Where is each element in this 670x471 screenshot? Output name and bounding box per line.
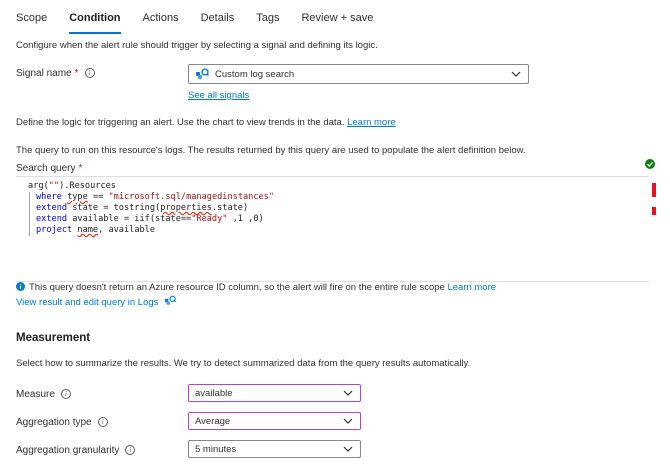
learn-more-link[interactable]: Learn more xyxy=(347,117,396,128)
info-icon[interactable]: i xyxy=(97,417,108,428)
chevron-down-icon xyxy=(511,71,521,77)
logic-text: Define the logic for triggering an alert… xyxy=(16,117,396,128)
tab-bar: Scope Condition Actions Details Tags Rev… xyxy=(16,6,395,34)
chevron-down-icon xyxy=(343,418,353,424)
aggregation-type-dropdown[interactable]: Average xyxy=(188,412,361,430)
code-line-5: project name, available xyxy=(29,225,155,236)
measure-label: Measure i xyxy=(16,389,71,400)
code-line-3: extend state = tostring(properties.state… xyxy=(29,203,248,214)
info-icon[interactable]: i xyxy=(60,389,71,400)
tab-tags[interactable]: Tags xyxy=(256,6,279,28)
code-line-2: where type == "microsoft.sql/managedinst… xyxy=(29,192,274,203)
search-query-label: Search query * xyxy=(16,163,83,174)
view-in-logs-link[interactable]: View result and edit query in Logs xyxy=(16,295,177,308)
tab-scope[interactable]: Scope xyxy=(16,6,47,28)
see-all-signals-link[interactable]: See all signals xyxy=(188,90,249,101)
logs-icon xyxy=(164,295,177,305)
required-mark: * xyxy=(74,68,79,79)
error-marker xyxy=(652,183,656,197)
aggregation-granularity-label: Aggregation granularity i xyxy=(16,445,136,456)
measurement-title: Measurement xyxy=(16,332,91,344)
info-icon[interactable]: i xyxy=(84,68,95,79)
tab-review-save[interactable]: Review + save xyxy=(301,6,373,28)
code-line-4: extend available = iif(state=="Ready" ,1… xyxy=(29,214,264,225)
code-line-1: arg("").Resources xyxy=(28,181,116,191)
tab-details[interactable]: Details xyxy=(201,6,235,28)
aggregation-type-label: Aggregation type i xyxy=(16,417,108,428)
chevron-down-icon xyxy=(343,446,353,452)
tab-actions[interactable]: Actions xyxy=(143,6,179,28)
search-query-editor[interactable]: arg("").Resources where type == "microso… xyxy=(16,176,649,282)
measure-dropdown[interactable]: available xyxy=(188,384,361,402)
info-icon[interactable]: i xyxy=(125,445,136,456)
check-circle-icon xyxy=(645,159,655,169)
signal-name-value: Custom log search xyxy=(215,68,295,80)
query-description: The query to run on this resource's logs… xyxy=(16,145,526,156)
log-search-icon xyxy=(195,68,209,80)
intro-text: Configure when the alert rule should tri… xyxy=(16,40,378,51)
aggregation-granularity-dropdown[interactable]: 5 minutes xyxy=(188,440,361,458)
learn-more-link[interactable]: Learn more xyxy=(447,282,496,293)
warning-message: This query doesn't return an Azure resou… xyxy=(16,282,496,293)
measurement-description: Select how to summarize the results. We … xyxy=(16,358,471,369)
required-mark: * xyxy=(78,163,83,174)
error-marker xyxy=(652,207,656,215)
signal-name-dropdown[interactable]: Custom log search xyxy=(188,64,529,84)
tab-condition[interactable]: Condition xyxy=(69,6,121,34)
signal-name-label: Signal name * i xyxy=(16,68,95,79)
info-filled-icon xyxy=(16,282,25,291)
chevron-down-icon xyxy=(343,390,353,396)
